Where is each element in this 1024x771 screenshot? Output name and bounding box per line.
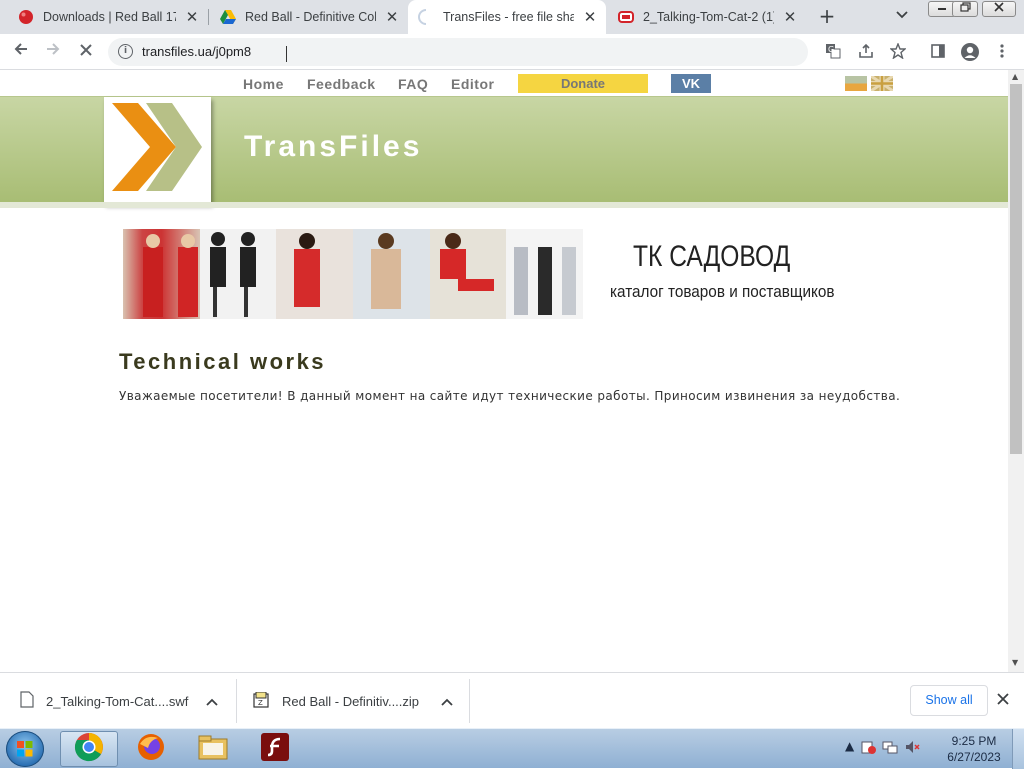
chrome-icon (74, 732, 104, 766)
banner-divider (0, 202, 1008, 208)
download-filename: 2_Talking-Tom-Cat....swf (46, 693, 189, 709)
back-button[interactable] (10, 41, 32, 63)
google-drive-icon (220, 9, 236, 25)
zip-file-icon: Z (253, 691, 269, 711)
url-text[interactable]: transfiles.ua/j0pm8 (142, 44, 251, 59)
page-scrollbar[interactable]: ▲ ▼ (1008, 70, 1024, 672)
ad-photo (276, 229, 354, 319)
ad-banner-photos[interactable] (123, 229, 584, 319)
tab-title: Downloads | Red Ball 17 L (43, 10, 176, 24)
uk-flag-icon[interactable] (870, 74, 894, 93)
ukraine-flag-icon[interactable] (845, 76, 867, 91)
download-separator (236, 679, 237, 723)
volume-muted-icon[interactable] (904, 739, 920, 758)
tab-title: Red Ball - Definitive Colle (245, 10, 376, 24)
address-bar[interactable]: i transfiles.ua/j0pm8 (108, 38, 808, 66)
swf-file-icon (618, 9, 634, 25)
show-desktop-button[interactable] (1012, 729, 1024, 769)
forward-button[interactable] (42, 41, 64, 63)
scroll-down-icon[interactable]: ▼ (1012, 658, 1018, 667)
clock-time: 9:25 PM (951, 734, 997, 748)
close-tab-icon[interactable]: ✕ (384, 9, 400, 25)
tab-downloads-red-ball[interactable]: Downloads | Red Ball 17 L ✕ (8, 0, 208, 34)
ad-photo (429, 229, 507, 319)
svg-text:G: G (828, 45, 834, 54)
site-info-icon[interactable]: i (118, 44, 133, 59)
vk-button[interactable]: VK (671, 74, 711, 93)
start-button[interactable] (6, 731, 44, 767)
nav-home-link[interactable]: Home (243, 76, 284, 92)
taskbar-explorer-button[interactable] (184, 731, 242, 767)
nav-faq-link[interactable]: FAQ (398, 76, 428, 92)
svg-text:Z: Z (258, 699, 263, 707)
close-tab-icon[interactable]: ✕ (582, 9, 598, 25)
donate-button[interactable]: Donate (518, 74, 648, 93)
loading-spinner-icon (418, 9, 434, 25)
bookmark-star-icon[interactable] (889, 42, 907, 61)
share-icon[interactable] (857, 43, 875, 61)
new-tab-button[interactable]: + (816, 6, 838, 28)
download-item[interactable]: 2_Talking-Tom-Cat....swf (20, 673, 230, 729)
ad-photo (506, 229, 584, 319)
transfiles-logo[interactable] (104, 97, 211, 204)
clock-date: 6/27/2023 (947, 750, 1001, 764)
tab-red-ball-collection[interactable]: Red Ball - Definitive Colle ✕ (210, 0, 408, 34)
flash-icon (260, 732, 290, 766)
ad-photo (123, 229, 200, 319)
chevron-up-icon[interactable] (206, 694, 218, 709)
translate-icon[interactable]: G (824, 43, 842, 61)
text-cursor (286, 46, 287, 62)
browser-menu-icon[interactable] (993, 43, 1011, 61)
ad-subtitle[interactable]: каталог товаров и поставщиков (610, 282, 835, 302)
maintenance-message: Уважаемые посетители! В данный момент на… (119, 389, 901, 403)
stop-loading-button[interactable] (75, 41, 97, 63)
site-nav: Home Feedback FAQ Editor Donate VK (0, 70, 1008, 96)
download-filename: Red Ball - Definitiv....zip (282, 693, 420, 709)
restore-button[interactable] (952, 1, 978, 17)
close-tab-icon[interactable]: ✕ (184, 9, 200, 25)
download-shelf: 2_Talking-Tom-Cat....swf Z Red Ball - De… (0, 672, 1024, 728)
ad-photo (353, 229, 430, 319)
file-icon (20, 691, 34, 711)
tab-talking-tom[interactable]: 2_Talking-Tom-Cat-2 (1).s ✕ (608, 0, 806, 34)
tab-transfiles[interactable]: TransFiles - free file sharin ✕ (408, 0, 606, 34)
system-clock[interactable]: 9:25 PM 6/27/2023 (944, 733, 1004, 765)
action-center-icon[interactable] (860, 739, 877, 758)
close-window-button[interactable] (982, 1, 1016, 17)
network-icon[interactable] (882, 739, 898, 758)
nav-feedback-link[interactable]: Feedback (307, 76, 376, 92)
tab-title: 2_Talking-Tom-Cat-2 (1).s (643, 10, 774, 24)
chevron-up-icon[interactable] (441, 694, 453, 709)
scrollbar-thumb[interactable] (1010, 84, 1022, 454)
scroll-up-icon[interactable]: ▲ (1012, 72, 1018, 81)
ad-photo (199, 229, 277, 319)
profile-avatar-icon[interactable] (961, 43, 979, 61)
firefox-icon (136, 732, 166, 766)
windows-taskbar: ▲ 9:25 PM 6/27/2023 (0, 728, 1024, 769)
file-explorer-icon (197, 733, 229, 765)
download-item[interactable]: Z Red Ball - Definitiv....zip (253, 673, 463, 729)
web-page: Home Feedback FAQ Editor Donate VK Trans… (0, 70, 1008, 672)
tab-search-icon[interactable] (896, 8, 908, 22)
show-all-downloads-button[interactable]: Show all (910, 685, 988, 716)
tab-strip: Downloads | Red Ball 17 L ✕ Red Ball - D… (0, 0, 1024, 34)
close-download-shelf-icon[interactable] (997, 690, 1009, 709)
download-separator (469, 679, 470, 723)
taskbar-chrome-button[interactable] (60, 731, 118, 767)
taskbar-firefox-button[interactable] (122, 731, 180, 767)
side-panel-icon[interactable] (929, 43, 947, 61)
system-tray: ▲ (845, 739, 920, 758)
nav-editor-link[interactable]: Editor (451, 76, 494, 92)
tab-title: TransFiles - free file sharin (443, 10, 574, 24)
red-ball-icon (18, 9, 34, 25)
site-brand-title: TransFiles (244, 130, 423, 163)
page-heading: Technical works (119, 349, 327, 374)
tab-separator (208, 9, 209, 25)
taskbar-flash-button[interactable] (246, 731, 304, 767)
ad-title[interactable]: ТК САДОВОД (633, 240, 790, 274)
close-tab-icon[interactable]: ✕ (782, 9, 798, 25)
show-hidden-icons-icon[interactable]: ▲ (845, 739, 854, 758)
site-header-banner: TransFiles (0, 96, 1008, 204)
